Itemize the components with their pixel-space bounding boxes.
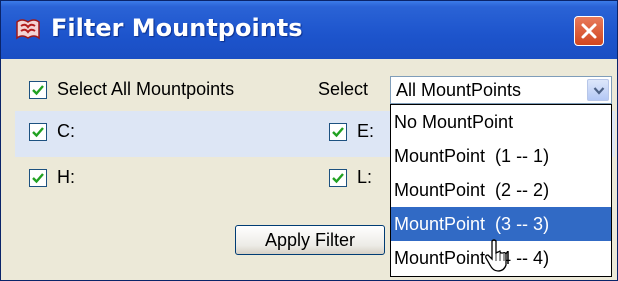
drive-checkbox-h[interactable]	[29, 169, 47, 187]
chevron-down-icon	[593, 87, 605, 95]
title-bar[interactable]: Filter Mountpoints	[1, 1, 617, 59]
apply-filter-button[interactable]: Apply Filter	[235, 225, 385, 255]
select-all-label: Select All Mountpoints	[57, 79, 235, 99]
checkmark-icon	[332, 173, 344, 184]
mountpoint-select[interactable]: All MountPoints	[390, 76, 612, 104]
dropdown-option[interactable]: MountPoint (2 -- 2)	[391, 173, 611, 207]
select-all-checkbox[interactable]	[29, 81, 47, 99]
mouse-pointer-icon	[485, 239, 509, 273]
dropdown-option[interactable]: MountPoint (1 -- 1)	[391, 139, 611, 173]
drive-checkbox-c[interactable]	[29, 123, 47, 141]
checkmark-icon	[32, 127, 44, 138]
filter-mountpoints-dialog: Filter Mountpoints Select All Mountpoint…	[0, 0, 618, 281]
close-icon	[581, 23, 597, 39]
mountpoint-app-icon	[14, 18, 42, 42]
filter-toolbar: Select All Mountpoints Select All MountP…	[1, 59, 617, 109]
dropdown-option-highlighted[interactable]: MountPoint (3 -- 3)	[391, 207, 611, 241]
window-title: Filter Mountpoints	[51, 14, 303, 42]
dropdown-option[interactable]: No MountPoint	[391, 105, 611, 139]
dropdown-arrow-button[interactable]	[587, 79, 609, 101]
select-value: All MountPoints	[396, 80, 522, 100]
drive-label-c: C:	[57, 121, 75, 141]
checkmark-icon	[32, 173, 44, 184]
select-label: Select	[318, 79, 369, 99]
close-button[interactable]	[574, 16, 604, 46]
checkmark-icon	[332, 127, 344, 138]
checkmark-icon	[32, 85, 44, 96]
drive-label-l: L:	[357, 167, 373, 187]
drive-label-h: H:	[57, 167, 75, 187]
drive-checkbox-e[interactable]	[329, 123, 347, 141]
drive-checkbox-l[interactable]	[329, 169, 347, 187]
drive-label-e: E:	[357, 121, 375, 141]
